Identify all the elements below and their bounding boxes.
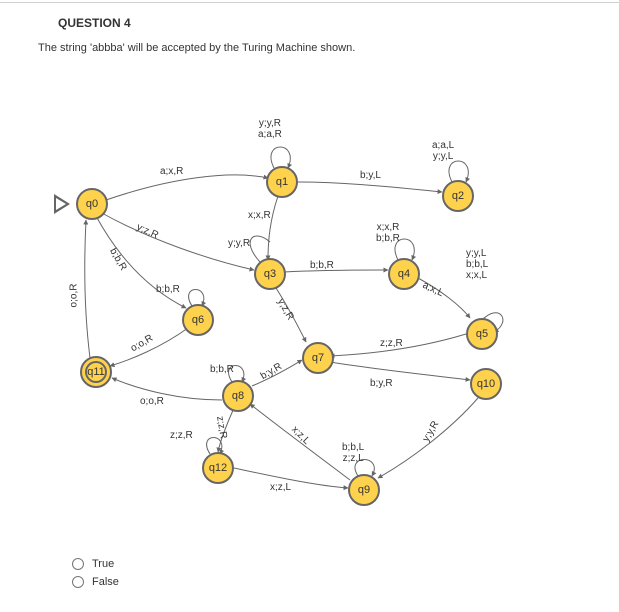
edges-svg: [0, 70, 619, 560]
divider: [0, 2, 619, 3]
label-q1-q3: x;x,R: [248, 210, 271, 221]
label-q0-q3: y;z,R: [135, 222, 160, 242]
label-q3-q4: b;b,R: [310, 260, 334, 271]
state-q1: q1: [266, 166, 298, 198]
state-label: q5: [476, 328, 488, 340]
label-q8-q11: o;o,R: [140, 396, 164, 407]
label-q4-self: x;x,R b;b,R: [376, 222, 400, 244]
answer-false-label: False: [92, 576, 119, 588]
answer-false-row[interactable]: False: [72, 576, 119, 588]
label-q0-q6: b;b,R: [107, 246, 128, 272]
label-q9-q8: x;z,L: [289, 424, 312, 447]
label-q3-self: y;y,R: [228, 238, 250, 249]
label-q12-q9: x;z,L: [270, 482, 291, 493]
label-q8-self: b;b,R: [210, 364, 234, 375]
label-q9-self: b;b,L z;z,L: [342, 442, 364, 464]
state-q5: q5: [466, 318, 498, 350]
state-label: q8: [232, 390, 244, 402]
state-label: q11: [87, 366, 105, 378]
label-q8-q7: b;y,R: [259, 361, 284, 382]
label-q2-self: a;a,L y;y,L: [432, 140, 454, 162]
label-q12-self: z;z,R: [170, 430, 193, 441]
label-q7-q10: b;y,R: [370, 378, 393, 389]
label-q0-q1: a;x,R: [160, 166, 183, 177]
state-q10: q10: [470, 368, 502, 400]
start-marker: [54, 194, 70, 214]
label-q1-q2: b;y,L: [360, 170, 381, 181]
state-q6: q6: [182, 304, 214, 336]
label-q10-q9: y;y,R: [421, 419, 442, 444]
question-header: QUESTION 4: [58, 16, 131, 30]
state-q0: q0: [76, 188, 108, 220]
state-label: q9: [358, 484, 370, 496]
state-label: q10: [477, 378, 495, 390]
state-label: q6: [192, 314, 204, 326]
question-text: The string 'abbba' will be accepted by t…: [38, 42, 355, 54]
label-q1-self: y;y,R a;a,R: [258, 118, 282, 140]
label-q8-q12: z;z,R: [214, 415, 229, 439]
label-q11-q0: o;o,R: [68, 284, 79, 308]
state-label: q12: [209, 462, 227, 474]
label-q5-q7: z;z,R: [380, 338, 403, 349]
state-label: q3: [264, 268, 276, 280]
label-q4-q5: a;x,L: [421, 280, 445, 299]
answer-true-row[interactable]: True: [72, 558, 119, 570]
answer-options: True False: [72, 558, 119, 594]
state-q8: q8: [222, 380, 254, 412]
answer-true-label: True: [92, 558, 114, 570]
radio-icon[interactable]: [72, 576, 84, 588]
state-q2: q2: [442, 180, 474, 212]
state-label: q1: [276, 176, 288, 188]
state-q12: q12: [202, 452, 234, 484]
state-label: q7: [312, 352, 324, 364]
state-label: q0: [86, 198, 98, 210]
label-q6-self: b;b,R: [156, 284, 180, 295]
turing-machine-diagram: q0 q1 q2 q3 q4 q5 q6 q7 q8 q9 q10 q11 q1…: [0, 70, 619, 560]
label-q6-q11: o;o,R: [129, 333, 155, 354]
state-q4: q4: [388, 258, 420, 290]
state-q9: q9: [348, 474, 380, 506]
label-q5-self: y;y,L b;b,L x;x,L: [466, 248, 488, 281]
label-q3-q7: y;z,R: [275, 297, 296, 322]
state-q11-accepting: q11: [80, 356, 112, 388]
state-q3: q3: [254, 258, 286, 290]
radio-icon[interactable]: [72, 558, 84, 570]
state-label: q2: [452, 190, 464, 202]
state-q7: q7: [302, 342, 334, 374]
state-label: q4: [398, 268, 410, 280]
